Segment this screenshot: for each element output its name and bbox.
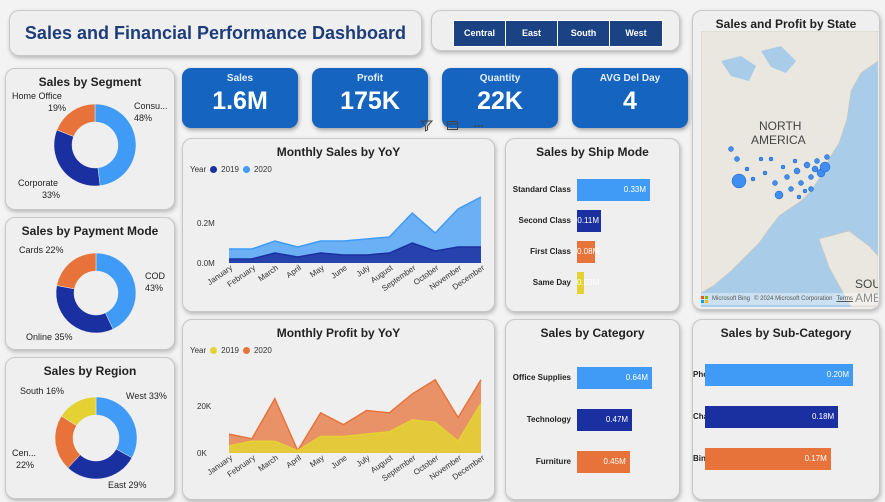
dashboard-title-card: Sales and Financial Performance Dashboar… bbox=[9, 10, 422, 56]
map-title: Sales and Profit by State bbox=[715, 17, 857, 31]
dashboard-title: Sales and Financial Performance Dashboar… bbox=[24, 23, 407, 43]
y-tick-label: 0.0M bbox=[197, 259, 215, 268]
monthly-sales-area-chart: 0.0M0.2MJanuaryFebruary March April May June… bbox=[197, 196, 486, 293]
x-tick-label: April bbox=[285, 453, 303, 470]
bar-category-label: Standard Class bbox=[512, 185, 571, 194]
bar-value-label: 0.20M bbox=[826, 370, 849, 379]
ship-mode-card: Sales by Ship Mode Standard Class 0.33M Se… bbox=[505, 138, 680, 312]
x-tick-label: March bbox=[257, 453, 280, 473]
region-donut-card: Sales by Region South 16% West 33% Cen..… bbox=[5, 357, 175, 499]
bar-value-label: 0.17M bbox=[804, 454, 827, 463]
category-title: Sales by Category bbox=[540, 326, 645, 340]
x-tick-label: April bbox=[285, 263, 303, 280]
slicer-west-button[interactable]: West bbox=[610, 21, 662, 46]
kpi-avg-del-day-value: 4 bbox=[623, 87, 637, 115]
kpi-sales-value: 1.6M bbox=[212, 87, 268, 115]
payment-label-online: Online 35% bbox=[26, 332, 73, 342]
map-terms-link[interactable]: Terms bbox=[836, 296, 852, 302]
map-provider-label: Microsoft Bing bbox=[712, 296, 751, 302]
x-tick-label: June bbox=[329, 453, 349, 471]
bar-category-label: Phones bbox=[693, 370, 722, 379]
region-slicer: Central East South West bbox=[431, 10, 680, 51]
region-donut-chart bbox=[54, 396, 138, 480]
donut-slice-cards[interactable] bbox=[56, 252, 97, 290]
visual-header-toolbar bbox=[416, 117, 494, 137]
map-label-sou: SOU bbox=[855, 277, 878, 291]
kpi-quantity-label: Quantity bbox=[479, 73, 521, 84]
sub-category-card: Sales by Sub-Category Phones 0.20M Chairs 0… bbox=[692, 319, 880, 500]
y-tick-label: 0K bbox=[197, 449, 207, 458]
ship-mode-title: Sales by Ship Mode bbox=[536, 145, 649, 159]
sub-category-title: Sales by Sub-Category bbox=[720, 326, 852, 340]
bar-category-label: Binders bbox=[693, 454, 723, 463]
segment-label-home-office: Home Office bbox=[12, 91, 62, 101]
donut-slice-west[interactable] bbox=[95, 396, 138, 459]
x-tick-label: May bbox=[308, 263, 326, 279]
bar-category-label: Second Class bbox=[518, 216, 571, 225]
payment-donut-card: Sales by Payment Mode Cards 22% COD 43% … bbox=[5, 217, 175, 350]
segment-pct-corporate: 33% bbox=[42, 190, 61, 200]
donut-slice-corporate[interactable] bbox=[53, 129, 101, 187]
kpi-avg-del-day-card: AVG Del Day 4 bbox=[572, 68, 688, 128]
slicer-central-button[interactable]: Central bbox=[454, 21, 506, 46]
donut-slice-online[interactable] bbox=[55, 285, 114, 334]
x-tick-label: May bbox=[308, 453, 326, 469]
payment-pct-cod: 43% bbox=[145, 283, 164, 293]
kpi-profit-label: Profit bbox=[356, 73, 384, 84]
focus-mode-icon[interactable] bbox=[446, 119, 459, 132]
region-label-east: East 29% bbox=[108, 480, 147, 490]
map-attribution-bar: Microsoft Bing © 2024 Microsoft Corporat… bbox=[701, 293, 878, 305]
bar-value-label: 0.18M bbox=[811, 412, 835, 421]
y-tick-label: 0.2M bbox=[197, 219, 215, 228]
bar-value-label: 0.45M bbox=[603, 457, 626, 466]
bar-category-label: Chairs bbox=[693, 412, 718, 421]
payment-label-cod: COD bbox=[145, 271, 165, 281]
monthly-sales-card: Monthly Sales by YoY Year 2019 2020 0.0M… bbox=[182, 138, 495, 312]
segment-pct-consumer: 48% bbox=[134, 113, 153, 123]
map-copyright: © 2024 Microsoft Corporation bbox=[754, 296, 833, 302]
slicer-east-button[interactable]: East bbox=[506, 21, 558, 46]
monthly-profit-card: Monthly Profit by YoY Year 2019 2020 0K 2… bbox=[182, 319, 495, 500]
bar-value-label: 0.08M bbox=[577, 247, 600, 256]
y-tick-label: 20K bbox=[197, 402, 212, 411]
segment-label-corporate: Corporate bbox=[18, 178, 59, 188]
segment-label-consumer: Consu... bbox=[134, 101, 168, 111]
kpi-profit-value: 175K bbox=[340, 87, 400, 115]
monthly-profit-area-chart: 0K20KJanuaryFebruary March April May June Jul… bbox=[197, 378, 486, 483]
region-label-west: West 33% bbox=[126, 391, 167, 401]
more-options-icon[interactable] bbox=[472, 119, 485, 132]
category-card: Sales by Category Office Supplies 0.64M Te… bbox=[505, 319, 680, 500]
bar-value-label: 0.33M bbox=[623, 185, 646, 194]
bar-category-label: Office Supplies bbox=[512, 373, 571, 382]
bar-value-label: 0.64M bbox=[625, 373, 648, 382]
kpi-quantity-value: 22K bbox=[477, 87, 523, 115]
bar-category-label: Furniture bbox=[535, 457, 571, 466]
map-label-america: AMERICA bbox=[751, 133, 806, 147]
kpi-sales-label: Sales bbox=[226, 73, 254, 84]
kpi-profit-card: Profit 175K bbox=[312, 68, 428, 128]
bar-category-label: Same Day bbox=[532, 278, 571, 287]
sales-map[interactable]: NORTH AMERICA SOU AME bbox=[701, 31, 878, 307]
kpi-sales-card: Sales 1.6M bbox=[182, 68, 298, 128]
bar-category-label: Technology bbox=[526, 415, 571, 424]
donut-slice-consu[interactable] bbox=[94, 103, 137, 186]
region-pct-central: 22% bbox=[16, 460, 35, 470]
filter-icon[interactable] bbox=[420, 119, 433, 132]
bar-value-label: 0.03M bbox=[577, 278, 600, 287]
region-label-central: Cen... bbox=[12, 448, 37, 458]
bar-value-label: 0.47M bbox=[605, 415, 629, 424]
microsoft-logo-icon bbox=[701, 295, 708, 303]
bar-value-label: 0.11M bbox=[577, 216, 599, 225]
slicer-south-button[interactable]: South bbox=[558, 21, 610, 46]
region-label-south: South 16% bbox=[20, 386, 65, 396]
payment-label-cards: Cards 22% bbox=[19, 245, 64, 255]
segment-donut-card: Sales by Segment Home Office 19% Consu..… bbox=[5, 68, 175, 210]
map-card: Sales and Profit by State NORTH AMERICA … bbox=[692, 10, 880, 310]
bar-category-label: First Class bbox=[530, 247, 571, 256]
kpi-avg-del-day-label: AVG Del Day bbox=[599, 73, 661, 84]
map-label-north: NORTH bbox=[759, 119, 801, 133]
x-tick-label: June bbox=[329, 263, 349, 281]
segment-pct-home-office: 19% bbox=[48, 103, 67, 113]
x-tick-label: March bbox=[257, 263, 280, 283]
